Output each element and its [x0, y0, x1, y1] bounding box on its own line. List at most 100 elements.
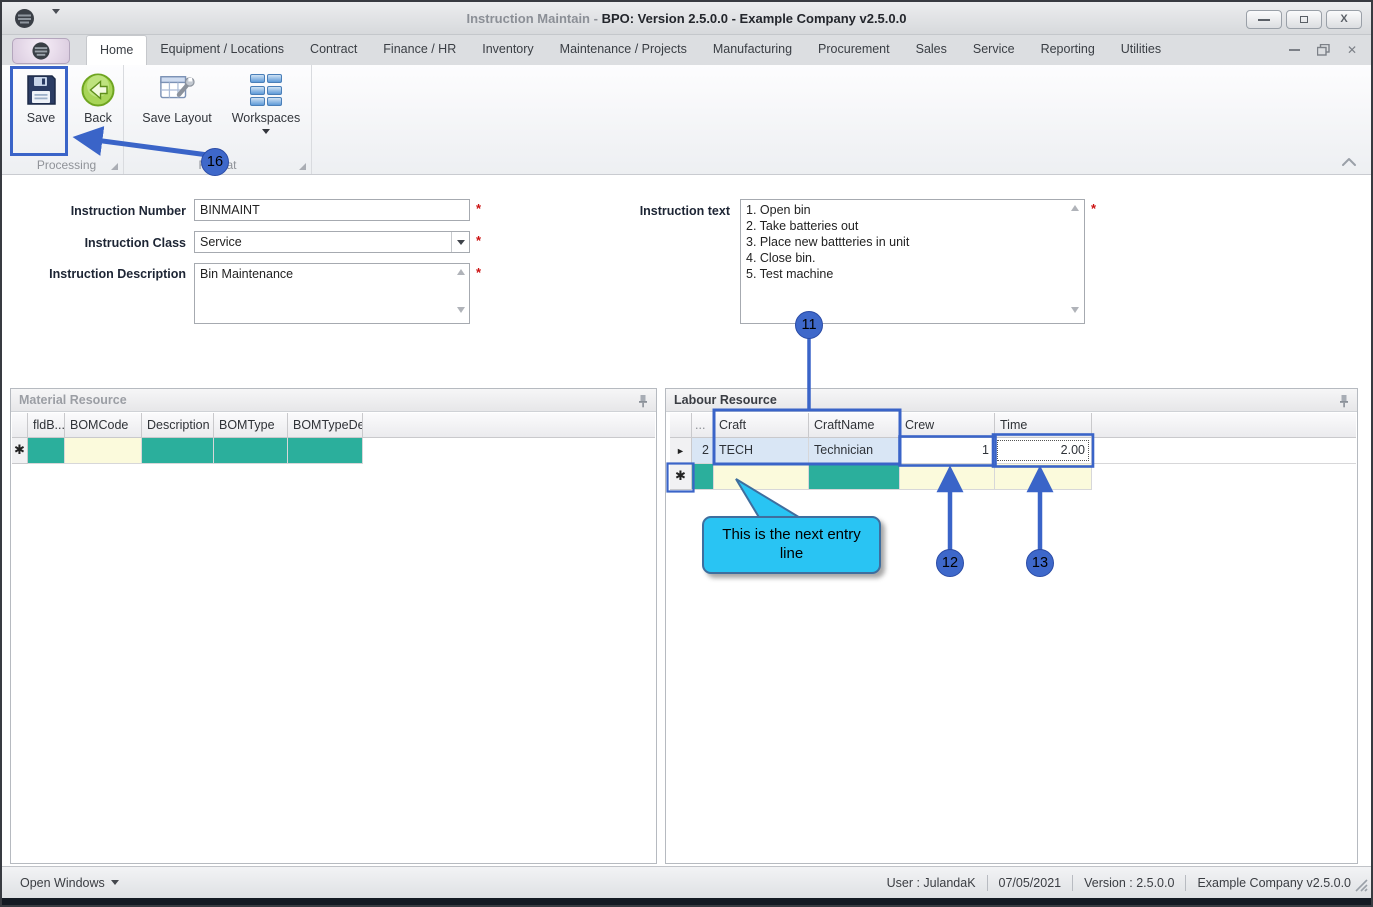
- header-filler-cell: [1092, 413, 1356, 438]
- scroll-up-icon[interactable]: [457, 269, 465, 275]
- ribbon-tab-row: Home Equipment / Locations Contract Fina…: [2, 35, 1371, 65]
- new-cell-time[interactable]: [995, 464, 1092, 490]
- column-header-bomtype[interactable]: BOMType: [214, 413, 288, 438]
- new-cell-row-number[interactable]: [692, 464, 714, 490]
- column-header-description[interactable]: Description: [142, 413, 214, 438]
- workspaces-dropdown-icon: [262, 129, 270, 134]
- processing-dialog-launcher-icon[interactable]: [111, 163, 118, 170]
- minimize-icon: [1258, 18, 1270, 21]
- annotation-circle-16: 16: [201, 148, 229, 176]
- workspaces-button[interactable]: Workspaces: [224, 69, 308, 157]
- instruction-class-dropdown-button[interactable]: [451, 232, 469, 252]
- close-button[interactable]: X: [1326, 10, 1362, 29]
- material-grid-new-row: ✱: [12, 438, 655, 464]
- maximize-button[interactable]: [1286, 10, 1322, 29]
- mdi-minimize-button[interactable]: [1288, 49, 1300, 51]
- material-resource-grid: fldB... BOMCode Description BOMType BOMT…: [12, 413, 655, 464]
- cell-craft[interactable]: TECH: [714, 438, 809, 464]
- save-floppy-icon: [23, 72, 59, 108]
- new-cell-fldb[interactable]: [28, 438, 65, 464]
- tab-utilities[interactable]: Utilities: [1108, 35, 1174, 65]
- workspaces-grid-icon: [248, 72, 284, 108]
- back-button[interactable]: Back: [72, 69, 124, 157]
- instruction-number-input[interactable]: BINMAINT: [194, 199, 470, 221]
- tab-contract[interactable]: Contract: [297, 35, 370, 65]
- row-header-cell: [670, 413, 692, 438]
- instruction-description-label: Instruction Description: [49, 267, 186, 281]
- cell-time[interactable]: 2.00: [995, 438, 1092, 464]
- new-cell-crew[interactable]: [900, 464, 995, 490]
- annotation-circle-12: 12: [936, 549, 964, 577]
- labour-resource-grid: ... Craft CraftName Crew Time ► 2 TECH T…: [670, 413, 1356, 490]
- material-resource-panel: Material Resource fldB... BOMCode Descri…: [10, 388, 657, 864]
- annotation-circle-13: 13: [1026, 549, 1054, 577]
- tab-reporting[interactable]: Reporting: [1028, 35, 1108, 65]
- resize-grip[interactable]: [1355, 879, 1368, 895]
- new-cell-bomcode[interactable]: [65, 438, 142, 464]
- save-layout-button[interactable]: Save Layout: [134, 69, 220, 157]
- app-logo-icon: [32, 42, 50, 60]
- column-header-time[interactable]: Time: [995, 413, 1092, 438]
- pushpin-icon[interactable]: [1339, 394, 1349, 411]
- tab-home[interactable]: Home: [86, 35, 148, 65]
- save-button-label: Save: [26, 111, 56, 125]
- column-header-fldb[interactable]: fldB...: [28, 413, 65, 438]
- chevron-up-icon: [1342, 158, 1356, 166]
- scroll-down-icon[interactable]: [1071, 307, 1079, 313]
- tab-inventory[interactable]: Inventory: [469, 35, 546, 65]
- instruction-text-textarea[interactable]: 1. Open bin 2. Take batteries out 3. Pla…: [740, 199, 1085, 324]
- new-cell-bomtype[interactable]: [214, 438, 288, 464]
- scroll-down-icon[interactable]: [457, 307, 465, 313]
- column-header-craftname[interactable]: CraftName: [809, 413, 900, 438]
- collapse-ribbon-button[interactable]: [1341, 156, 1357, 170]
- labour-grid-new-row: ✱: [670, 464, 1356, 490]
- instruction-class-combobox[interactable]: Service: [194, 231, 470, 253]
- tab-manufacturing[interactable]: Manufacturing: [700, 35, 805, 65]
- new-cell-craftname[interactable]: [809, 464, 900, 490]
- chevron-down-icon: [456, 239, 465, 245]
- scroll-up-icon[interactable]: [1071, 205, 1079, 211]
- column-header-craft[interactable]: Craft: [714, 413, 809, 438]
- instruction-class-required-marker: *: [476, 233, 482, 248]
- format-dialog-launcher-icon[interactable]: [299, 163, 306, 170]
- application-menu-button[interactable]: [12, 38, 70, 64]
- cell-row-number[interactable]: 2: [692, 438, 714, 464]
- cell-crew[interactable]: 1: [900, 438, 995, 464]
- new-cell-bomtypede[interactable]: [288, 438, 363, 464]
- status-user: User : JulandaK: [886, 875, 976, 890]
- open-windows-label: Open Windows: [20, 875, 105, 890]
- status-version: Version : 2.5.0.0: [1084, 875, 1175, 890]
- cell-time-value: 2.00: [997, 440, 1089, 461]
- tab-maintenance-projects[interactable]: Maintenance / Projects: [547, 35, 700, 65]
- column-header-bomtypede[interactable]: BOMTypeDe...: [288, 413, 363, 438]
- minimize-button[interactable]: [1246, 10, 1282, 29]
- status-separator: [986, 874, 988, 891]
- window-title-app: BPO: Version 2.5.0.0 - Example Company v…: [601, 11, 907, 26]
- mdi-restore-button[interactable]: [1316, 44, 1330, 56]
- annotation-circle-11: 11: [795, 311, 823, 339]
- new-cell-craft[interactable]: [714, 464, 809, 490]
- column-header-dots[interactable]: ...: [692, 413, 714, 438]
- cell-craftname[interactable]: Technician: [809, 438, 900, 464]
- instruction-description-textarea[interactable]: Bin Maintenance: [194, 263, 470, 324]
- column-header-crew[interactable]: Crew: [900, 413, 995, 438]
- instruction-description-required-marker: *: [476, 265, 482, 280]
- open-windows-button[interactable]: Open Windows: [20, 867, 119, 898]
- labour-resource-panel: Labour Resource ... Craft CraftName Crew…: [665, 388, 1358, 864]
- tab-sales[interactable]: Sales: [903, 35, 960, 65]
- column-header-bomcode[interactable]: BOMCode: [65, 413, 142, 438]
- tab-equipment-locations[interactable]: Equipment / Locations: [147, 35, 297, 65]
- save-button[interactable]: Save: [14, 69, 68, 157]
- row-header-cell: [12, 413, 28, 438]
- new-cell-description[interactable]: [142, 438, 214, 464]
- mdi-restore-icon: [1316, 44, 1330, 56]
- ribbon-group-processing: Save Back Processing: [10, 65, 124, 174]
- mdi-close-button[interactable]: ✕: [1347, 44, 1357, 56]
- status-bar: Open Windows User : JulandaK 07/05/2021 …: [2, 866, 1371, 898]
- tab-service[interactable]: Service: [960, 35, 1028, 65]
- tab-procurement[interactable]: Procurement: [805, 35, 903, 65]
- window-title: Instruction Maintain - BPO: Version 2.5.…: [2, 2, 1371, 35]
- back-button-label: Back: [84, 111, 112, 125]
- pushpin-icon[interactable]: [638, 394, 648, 411]
- tab-finance-hr[interactable]: Finance / HR: [370, 35, 469, 65]
